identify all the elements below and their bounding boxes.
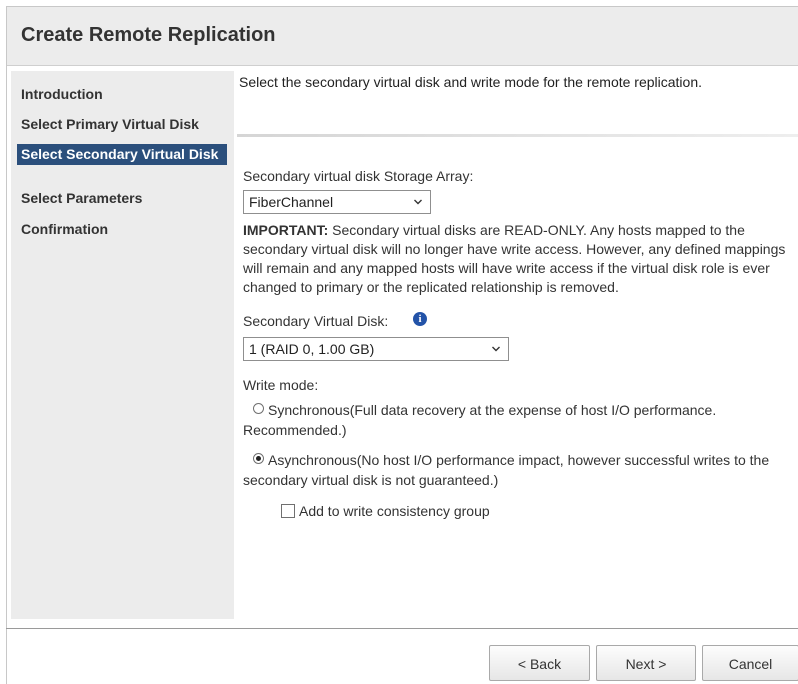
consistency-group-checkbox[interactable] <box>281 504 295 518</box>
secondary-disk-value: 1 (RAID 0, 1.00 GB) <box>249 341 375 357</box>
secondary-disk-select[interactable]: 1 (RAID 0, 1.00 GB) <box>243 337 509 361</box>
step-instructions: Select the secondary virtual disk and wr… <box>239 74 703 90</box>
cancel-button[interactable]: Cancel <box>702 645 798 681</box>
wizard-sidebar: Introduction Select Primary Virtual Disk… <box>11 71 234 619</box>
chevron-down-icon <box>492 346 500 352</box>
dialog-title: Create Remote Replication <box>21 24 276 46</box>
important-prefix: IMPORTANT: <box>243 222 329 238</box>
storage-array-value: FiberChannel <box>249 194 334 210</box>
sidebar-item-select-primary-virtual-disk[interactable]: Select Primary Virtual Disk <box>17 114 227 135</box>
consistency-group-label[interactable]: Add to write consistency group <box>299 503 490 519</box>
back-button[interactable]: < Back <box>489 645 590 681</box>
dialog-header: Create Remote Replication <box>7 7 798 66</box>
content-divider <box>237 134 798 137</box>
next-button[interactable]: Next > <box>596 645 696 681</box>
asynchronous-option-label[interactable]: Asynchronous(No host I/O performance imp… <box>243 450 798 490</box>
chevron-down-icon <box>414 199 422 205</box>
sidebar-item-confirmation[interactable]: Confirmation <box>17 219 227 240</box>
secondary-disk-label: Secondary Virtual Disk: <box>243 313 389 329</box>
sidebar-item-select-parameters[interactable]: Select Parameters <box>17 188 227 209</box>
synchronous-option-label[interactable]: Synchronous(Full data recovery at the ex… <box>243 400 798 440</box>
important-notice: IMPORTANT: Secondary virtual disks are R… <box>243 221 798 297</box>
storage-array-select[interactable]: FiberChannel <box>243 190 431 214</box>
create-remote-replication-dialog: Create Remote Replication Introduction S… <box>6 6 798 684</box>
sidebar-item-introduction[interactable]: Introduction <box>17 84 227 105</box>
info-icon[interactable]: i <box>413 312 427 326</box>
sidebar-item-select-secondary-virtual-disk[interactable]: Select Secondary Virtual Disk <box>17 144 227 165</box>
footer-divider <box>6 628 798 629</box>
storage-array-label: Secondary virtual disk Storage Array: <box>243 168 474 184</box>
write-mode-label: Write mode: <box>243 377 319 393</box>
wizard-content: Select the secondary virtual disk and wr… <box>237 71 798 619</box>
